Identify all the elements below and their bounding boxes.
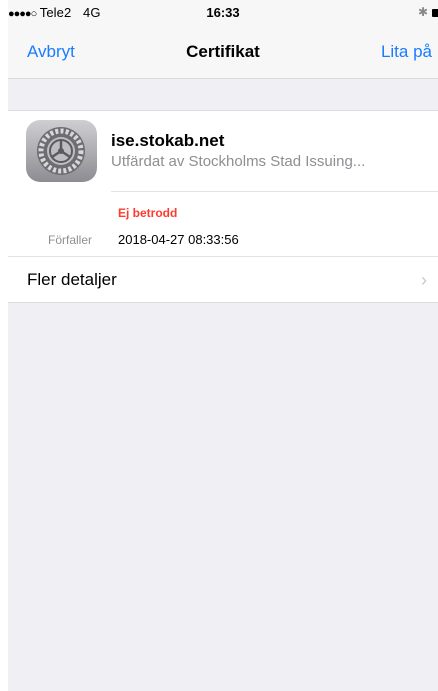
bluetooth-icon: ✱: [418, 5, 429, 19]
screen: ●●●●○ Tele2 4G 16:33 ✱ Avbryt Certifikat…: [0, 0, 438, 691]
more-details-label: Fler detaljer: [27, 270, 117, 289]
divider: [111, 191, 438, 192]
certificate-name: ise.stokab.net: [111, 131, 225, 150]
chevron-right-icon: ›: [421, 270, 427, 290]
status-time: 16:33: [206, 5, 240, 20]
expires-value: 2018-04-27 08:33:56: [118, 232, 239, 247]
page-title: Certifikat: [186, 42, 260, 61]
battery-icon: [432, 9, 438, 17]
trust-status-label: Ej betrodd: [118, 206, 178, 220]
more-details-row[interactable]: Fler detaljer ›: [8, 257, 438, 302]
certificate-issuer: Utfärdat av Stockholms Stad Issuing...: [111, 153, 366, 170]
settings-gear-icon: [26, 120, 97, 182]
certificate-card: ise.stokab.net Utfärdat av Stockholms St…: [8, 110, 438, 303]
navigation-bar: Avbryt Certifikat Lita på: [8, 26, 438, 79]
trust-button[interactable]: Lita på: [381, 42, 432, 62]
status-bar: ●●●●○ Tele2 4G 16:33 ✱: [8, 0, 438, 26]
phone-screen: ●●●●○ Tele2 4G 16:33 ✱ Avbryt Certifikat…: [8, 0, 438, 691]
expires-label: Förfaller: [48, 233, 93, 247]
